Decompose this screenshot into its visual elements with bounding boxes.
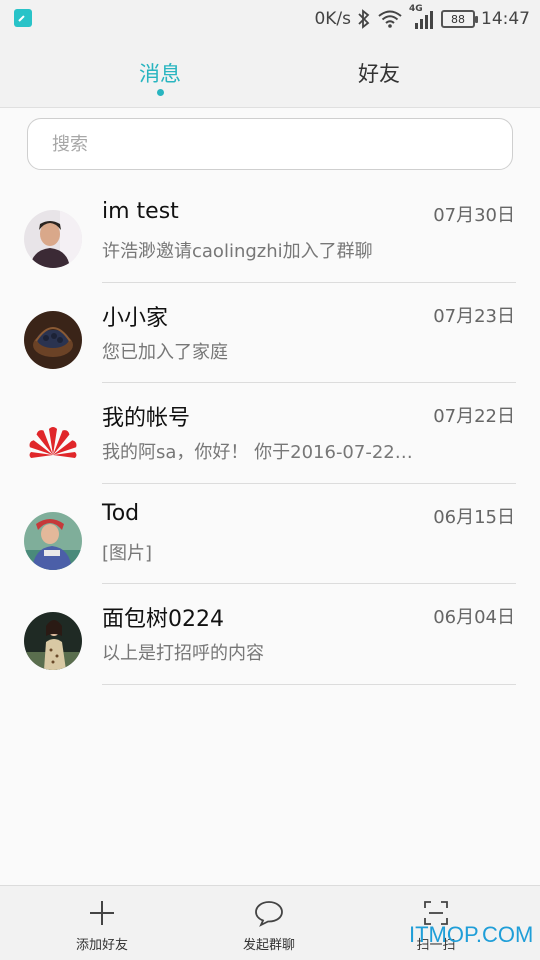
conversation-item-my-account[interactable]: 我的帐号 07月22日 我的阿sa，你好！ 你于2016-07-22… (0, 383, 540, 484)
conversation-preview: 我的阿sa，你好！ 你于2016-07-22… (102, 442, 413, 463)
conversation-name: im test (102, 199, 179, 224)
signal-icon: 4G (409, 4, 435, 30)
status-icons: 0K/s 4G 88 14:47 (314, 0, 530, 38)
huawei-logo-icon (24, 411, 82, 469)
tab-messages[interactable]: 消息 (60, 38, 260, 108)
conversation-name: 我的帐号 (102, 406, 191, 431)
search-input[interactable] (28, 119, 512, 169)
conversation-item-family[interactable]: 小小家 07月23日 您已加入了家庭 (0, 283, 540, 383)
conversation-item-tod[interactable]: Tod 06月15日 [图片] (0, 484, 540, 584)
battery-icon: 88 (441, 10, 478, 28)
conversation-name: Tod (102, 500, 140, 526)
net-speed: 0K/s (314, 9, 351, 29)
avatar (24, 310, 82, 369)
notes-app-icon (14, 9, 32, 27)
conversation-preview: 您已加入了家庭 (102, 341, 228, 363)
start-group-chat-button[interactable]: 发起群聊 (199, 886, 339, 960)
conversation-date: 06月04日 (433, 607, 515, 628)
conversation-name: 小小家 (102, 305, 169, 331)
conversation-list: im test 07月30日 许浩渺邀请caolingzhi加入了群聊 小小家 … (0, 182, 540, 685)
status-bar: 0K/s 4G 88 14:47 (0, 0, 540, 38)
tab-messages-label: 消息 (139, 62, 181, 86)
conversation-item-im-test[interactable]: im test 07月30日 许浩渺邀请caolingzhi加入了群聊 (0, 182, 540, 283)
conversation-date: 06月15日 (433, 506, 515, 528)
conversation-date: 07月22日 (433, 406, 515, 427)
tab-friends[interactable]: 好友 (279, 38, 479, 108)
conversation-date: 07月30日 (433, 205, 515, 226)
active-tab-indicator (157, 89, 164, 96)
start-group-chat-label: 发起群聊 (242, 938, 295, 953)
conversation-preview: 许浩渺邀请caolingzhi加入了群聊 (102, 241, 373, 262)
plus-icon (90, 901, 114, 925)
battery-level: 88 (451, 12, 465, 26)
search-box[interactable] (27, 118, 513, 170)
conversation-item-mianbaoshu[interactable]: 面包树0224 06月04日 以上是打招呼的内容 (0, 584, 540, 685)
conversation-preview: [图片] (102, 542, 153, 564)
chat-bubble-icon (255, 901, 283, 927)
conversation-name: 面包树0224 (102, 607, 224, 632)
divider (102, 683, 516, 685)
tab-bar: 消息 好友 (0, 38, 540, 108)
add-friend-label: 添加好友 (75, 938, 128, 953)
avatar (24, 210, 82, 268)
bluetooth-icon (358, 9, 370, 29)
conversation-date: 07月23日 (433, 305, 515, 327)
add-friend-button[interactable]: 添加好友 (32, 886, 172, 960)
watermark: ITMOP.COM (409, 922, 534, 947)
conversation-preview: 以上是打招呼的内容 (102, 643, 264, 664)
avatar (24, 612, 82, 670)
avatar (24, 511, 82, 570)
wifi-icon (378, 10, 402, 28)
tab-friends-label: 好友 (358, 62, 400, 86)
clock: 14:47 (481, 9, 530, 29)
